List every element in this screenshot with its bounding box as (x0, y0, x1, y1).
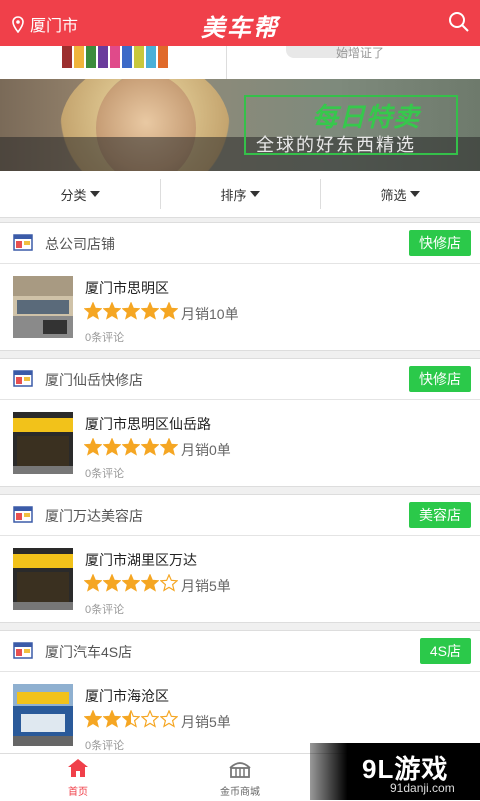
feature-card-left[interactable] (0, 46, 227, 79)
monthly-sales: 月销5单 (181, 578, 231, 594)
shop-icon (13, 370, 33, 387)
filter-sort[interactable]: 排序 (160, 171, 320, 217)
store-type-badge[interactable]: 快修店 (409, 230, 471, 256)
store-card[interactable]: 厦门万达美容店 美容店 厦门市湖里区万达 月销5单 0条评论 (0, 494, 480, 623)
star-full-icon (84, 710, 102, 728)
star-full-icon (160, 302, 178, 320)
filter-bar: 分类 排序 筛选 (0, 171, 480, 218)
star-full-icon (141, 438, 159, 456)
home-icon (68, 759, 88, 777)
search-button[interactable] (448, 11, 470, 38)
rating-stars (84, 438, 179, 456)
star-full-icon (84, 438, 102, 456)
watermark-domain: 91danji.com (390, 781, 455, 795)
store-header: 厦门万达美容店 美容店 (0, 495, 480, 536)
store-header: 厦门仙岳快修店 快修店 (0, 359, 480, 400)
store-name: 厦门万达美容店 (45, 508, 143, 524)
store-address: 厦门市思明区 (85, 280, 169, 296)
star-full-icon (103, 710, 121, 728)
store-thumbnail (13, 548, 73, 610)
tab-gold-mall[interactable]: 金币商城 (190, 758, 290, 798)
store-address: 厦门市思明区仙岳路 (85, 416, 211, 432)
tab-gold-mall-label: 金币商城 (220, 787, 260, 798)
store-header: 总公司店铺 快修店 (0, 223, 480, 264)
site-watermark: 9L游戏 91danji.com (310, 743, 480, 800)
star-full-icon (122, 574, 140, 592)
store-thumbnail (13, 684, 73, 746)
review-count: 0条评论 (85, 468, 125, 480)
store-name: 厦门汽车4S店 (45, 644, 133, 660)
store-address: 厦门市海沧区 (85, 688, 169, 704)
store-address: 厦门市湖里区万达 (85, 552, 197, 568)
star-full-icon (103, 302, 121, 320)
star-empty-icon (160, 710, 178, 728)
tab-home[interactable]: 首页 (28, 758, 128, 798)
star-full-icon (84, 574, 102, 592)
store-header: 厦门汽车4S店 4S店 (0, 631, 480, 672)
star-empty-icon (141, 710, 159, 728)
store-card[interactable]: 总公司店铺 快修店 厦门市思明区 月销10单 0条评论 (0, 222, 480, 351)
filter-screen[interactable]: 筛选 (320, 171, 480, 217)
store-card[interactable]: 厦门汽车4S店 4S店 厦门市海沧区 月销5单 0条评论 (0, 630, 480, 759)
rating-stars (84, 302, 179, 320)
rating-stars (84, 710, 179, 728)
caret-down-icon (89, 191, 100, 197)
star-full-icon (141, 302, 159, 320)
star-full-icon (122, 302, 140, 320)
star-full-icon (160, 438, 178, 456)
store-type-badge[interactable]: 4S店 (419, 638, 471, 664)
monthly-sales: 月销0单 (181, 442, 231, 458)
store-name: 厦门仙岳快修店 (45, 372, 143, 388)
caret-down-icon (249, 191, 260, 197)
promo-banner[interactable]: 每日特卖 全球的好东西精选 (0, 79, 480, 171)
app-header: 厦门市 美车帮 (0, 0, 480, 46)
top-feature-cards: 始增证了 (0, 46, 480, 80)
star-full-icon (103, 574, 121, 592)
store-thumbnail (13, 276, 73, 338)
shop-icon (13, 642, 33, 659)
shopping-bags-image (62, 46, 178, 68)
filter-category-label: 分类 (60, 187, 87, 203)
filter-category[interactable]: 分类 (0, 171, 160, 217)
monthly-sales: 月销5单 (181, 714, 231, 730)
rating-stars (84, 574, 179, 592)
promo-subtitle: 全球的好东西精选 (256, 135, 416, 155)
search-icon (449, 12, 469, 32)
store-type-badge[interactable]: 美容店 (409, 502, 471, 528)
tab-home-label: 首页 (68, 787, 88, 798)
store-list: 总公司店铺 快修店 厦门市思明区 月销10单 0条评论 厦门仙岳快修店 快修店 … (0, 222, 480, 766)
shop-icon (13, 234, 33, 251)
star-full-icon (122, 438, 140, 456)
star-full-icon (141, 574, 159, 592)
shop-icon (13, 506, 33, 523)
feature-card-right-caption[interactable]: 始增证了 (336, 44, 384, 61)
review-count: 0条评论 (85, 604, 125, 616)
gold-mall-icon (229, 762, 251, 778)
store-type-badge[interactable]: 快修店 (409, 366, 471, 392)
caret-down-icon (409, 191, 420, 197)
star-full-icon (84, 302, 102, 320)
store-card[interactable]: 厦门仙岳快修店 快修店 厦门市思明区仙岳路 月销0单 0条评论 (0, 358, 480, 487)
promo-title: 每日特卖 (312, 102, 421, 132)
app-logo: 美车帮 (201, 15, 279, 42)
star-empty-icon (160, 574, 178, 592)
store-name: 总公司店铺 (45, 236, 115, 252)
star-full-icon (103, 438, 121, 456)
review-count: 0条评论 (85, 332, 125, 344)
star-half-icon (122, 710, 140, 728)
monthly-sales: 月销10单 (181, 306, 239, 322)
filter-sort-label: 排序 (220, 187, 247, 203)
review-count: 0条评论 (85, 740, 125, 752)
store-thumbnail (13, 412, 73, 474)
filter-screen-label: 筛选 (380, 187, 407, 203)
